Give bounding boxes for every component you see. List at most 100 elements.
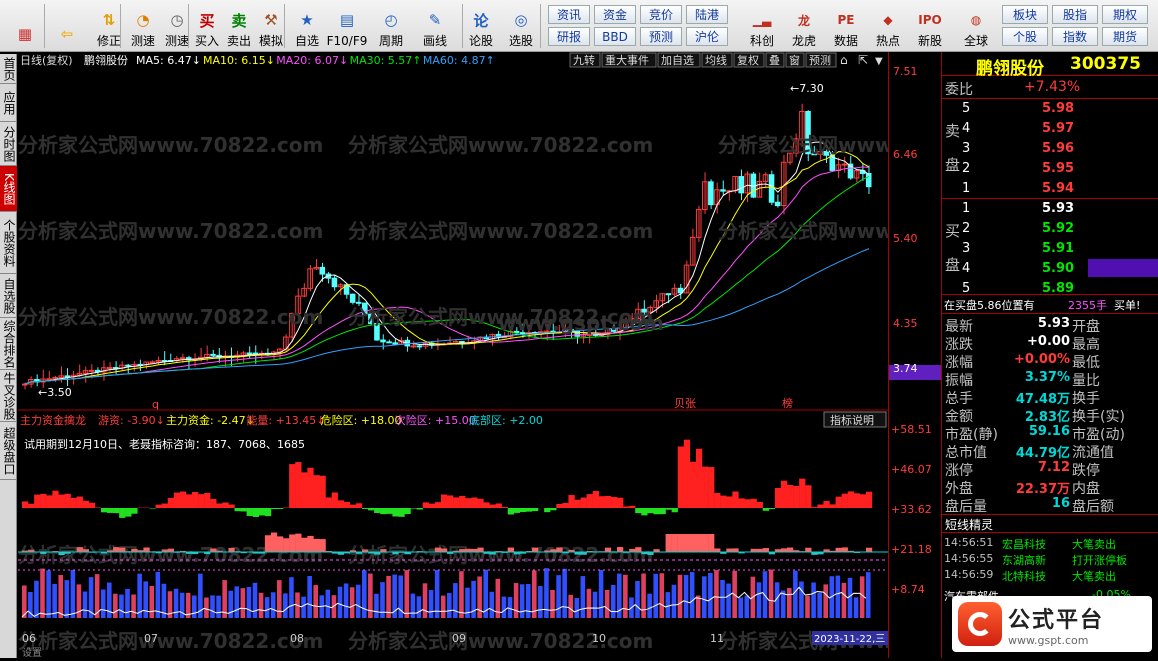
toolbar-button-12[interactable]: 论论股 [464,2,498,50]
indicator-bar [46,495,52,508]
indicator-bar [672,508,678,512]
menu-button[interactable]: 指数 [1052,27,1098,46]
toolbar2-button-3[interactable]: ◆热点 [868,2,908,50]
left-tab[interactable]: 超级盘口 [0,422,17,480]
toolbar-button-0[interactable]: ▦ [8,2,42,50]
left-tab[interactable]: 自选股 [0,274,17,318]
toolbar-label: 新股 [918,34,942,48]
menu-button[interactable]: 预测 [640,27,682,46]
energy-bar [660,573,665,618]
ma-label-0: MA5: 6.47↓ [136,54,201,67]
indicator-axis-label-2: +33.62 [891,503,932,516]
left-tab-bar: 首页应用分时图K线图个股资料自选股综合排名牛叉诊股超级盘口 [0,54,17,658]
candle-body [114,368,119,369]
toolbar-label: 测速 [131,34,155,48]
toolbar2-button-2[interactable]: PE数据 [826,2,866,50]
toolbar-button-13[interactable]: ◎选股 [504,2,538,50]
hot-icon: ◆ [876,8,900,32]
toolbar-separator [462,4,463,48]
left-tab[interactable]: 应用 [0,84,17,122]
sell-level: 5 [962,101,970,116]
toolbar2-button-1[interactable]: 龙龙虎 [784,2,824,50]
expand-icon: ⇱ [858,53,868,67]
buy-level: 1 [962,201,970,216]
indicator-bar [483,502,489,508]
chart-tab-label: 加自选 [661,54,694,67]
menu-button[interactable]: 资讯 [548,5,590,24]
indicator-bar [726,496,732,508]
menu-button[interactable]: 股指 [1052,5,1098,24]
energy-bar [593,592,598,618]
indicator-bar-2 [143,548,149,552]
low-label: ←3.50 [38,386,72,399]
left-tab[interactable]: 牛叉诊股 [0,370,17,422]
energy-bar [587,589,592,618]
menu-button[interactable]: 沪伦 [686,27,728,46]
menu-button[interactable]: BBD [594,27,636,46]
menu-button[interactable]: 竞价 [640,5,682,24]
indicator-bar [356,503,362,508]
toolbar-button-6[interactable]: 卖卖出 [222,2,256,50]
toolbar-button-8[interactable]: ★自选 [290,2,324,50]
toolbar-label: 模拟 [259,34,283,48]
indicator-bar [350,505,356,508]
menu-button[interactable]: 个股 [1002,27,1048,46]
up-down-arrows-icon: ⇅ [97,8,121,32]
toolbar2-button-0[interactable]: ▁▃科创 [742,2,782,50]
energy-bar [113,594,118,618]
indicator-bar-2 [168,549,174,552]
toolbar-button-3[interactable]: ◔测速 [126,2,160,50]
indicator-bar [89,503,95,508]
indicator-bar [799,479,805,508]
menu-button[interactable]: 期货 [1102,27,1148,46]
left-tab[interactable]: 首页 [0,54,17,84]
energy-bar [374,594,379,618]
menu-button[interactable]: 资金 [594,5,636,24]
toolbar-label: 买入 [195,34,219,48]
stat-label-2: 最高 [1072,334,1100,354]
indicator-item-5: 底部区: +2.00 [469,413,543,427]
indicator-bar [817,505,823,508]
energy-bar [611,585,616,618]
toolbar-button-9[interactable]: ▤F10/F9 [330,2,364,50]
stat-label-2: 量比 [1072,370,1100,390]
order-note: 在买盘5.86位置有 [944,297,1035,313]
indicator-bar [666,508,672,510]
indicator-bar [605,496,611,508]
indicator-bar [775,488,781,508]
indicator-bar [502,507,508,508]
energy-bar [101,590,106,618]
toolbar2-button-4[interactable]: IPO新股 [910,2,950,50]
energy-bar [641,574,646,618]
candle-body [356,302,361,303]
toolbar-button-5[interactable]: 买买入 [190,2,224,50]
indicator-bar [745,499,751,508]
left-tab[interactable]: 综合排名 [0,318,17,370]
indicator-bar-2 [210,549,216,552]
indicator-bar [769,508,775,509]
indicator-bar [107,508,113,513]
menu-button[interactable]: 板块 [1002,5,1048,24]
left-tab[interactable]: 分时图 [0,122,17,166]
menu-button[interactable]: 研报 [548,27,590,46]
left-tab[interactable]: K线图 [0,166,17,212]
toolbar-button-11[interactable]: ✎画线 [418,2,452,50]
menu-button[interactable]: 期权 [1102,5,1148,24]
indicator-bar-2 [805,548,811,552]
toolbar-button-10[interactable]: ◴周期 [374,2,408,50]
left-tab[interactable]: 个股资料 [0,212,17,274]
sell-level: 2 [962,161,970,176]
indicator-name: 主力资金擒龙 [20,413,86,427]
menu-button[interactable]: 陆港 [686,5,728,24]
indicator-bar-2 [119,548,125,552]
toolbar-button-7[interactable]: ⚒模拟 [254,2,288,50]
kline-chart-area[interactable]: 日线(复权)鹏翎股份MA5: 6.47↓MA10: 6.15↓MA20: 6.0… [18,52,888,658]
candle-body [411,346,416,347]
buy-level: 4 [962,261,970,276]
chart-tab-label: 预测 [809,54,831,67]
indicator-bar [453,497,459,508]
toolbar2-button-5[interactable]: ◍全球 [956,2,996,50]
energy-bar [575,598,580,618]
kline-chart-svg[interactable]: 日线(复权)鹏翎股份MA5: 6.47↓MA10: 6.15↓MA20: 6.0… [18,52,888,658]
toolbar-button-1[interactable]: ⇦ [50,2,84,50]
